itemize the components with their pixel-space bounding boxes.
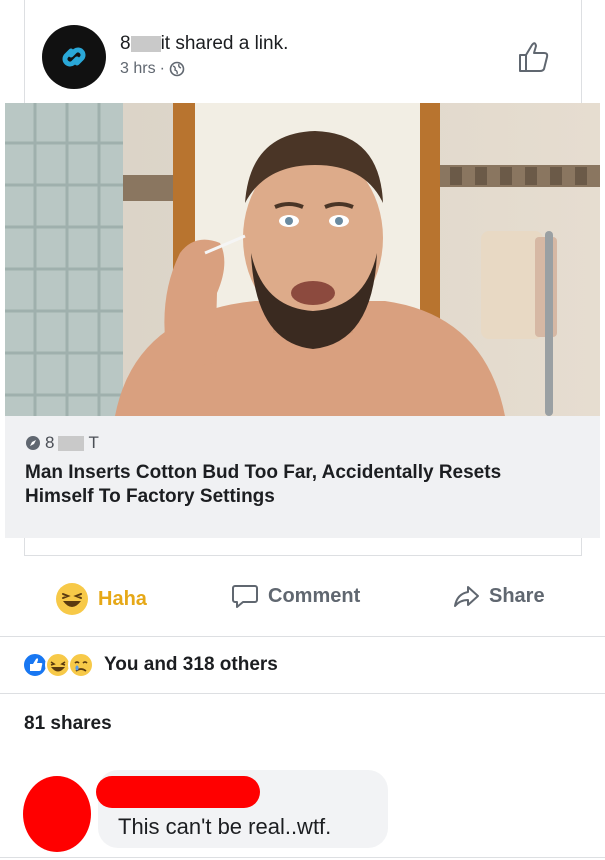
link-source-suffix: T	[88, 433, 99, 452]
headline-line-2: Himself To Factory Settings	[25, 486, 275, 507]
divider	[0, 693, 605, 694]
author-name-prefix[interactable]: 8	[120, 33, 131, 55]
share-arrow-icon	[454, 586, 479, 607]
link-headline[interactable]: Man Inserts Cotton Bud Too Far, Accident…	[25, 461, 582, 509]
reaction-emoji-stack-icon	[22, 652, 94, 678]
divider	[0, 636, 605, 637]
globe-icon	[169, 61, 185, 77]
shares-count[interactable]: 81 shares	[24, 713, 112, 735]
post-header: 8 it shared a link. 3 hrs ·	[42, 25, 562, 89]
comment-icon	[232, 585, 258, 608]
divider	[0, 857, 605, 858]
post-action-text: shared a link.	[175, 33, 289, 54]
comment-button[interactable]: Comment	[231, 582, 360, 610]
haha-reaction-button[interactable]: Haha	[55, 582, 147, 616]
post-author-line: 8 it shared a link.	[120, 33, 288, 55]
compass-icon	[26, 436, 40, 450]
commenter-name-redacted[interactable]	[96, 776, 260, 808]
share-button[interactable]: Share	[452, 582, 545, 610]
man-with-cotton-bud-image	[5, 103, 600, 416]
post-header-text: 8 it shared a link. 3 hrs ·	[120, 33, 288, 78]
reactions-summary[interactable]: You and 318 others	[22, 652, 278, 678]
link-preview-image[interactable]	[5, 103, 600, 416]
page-avatar[interactable]	[42, 25, 106, 89]
meta-separator: ·	[159, 60, 165, 77]
link-info-box[interactable]: 8T Man Inserts Cotton Bud Too Far, Accid…	[5, 416, 600, 538]
comment-label: Comment	[268, 584, 361, 607]
reaction-icons	[22, 652, 94, 678]
author-name-suffix[interactable]: it	[161, 33, 171, 55]
link-source: 8T	[25, 433, 582, 453]
link-source-prefix: 8	[45, 433, 55, 452]
redacted-block	[58, 435, 85, 451]
post-timestamp[interactable]: 3 hrs	[120, 60, 156, 78]
post-meta: 3 hrs ·	[120, 60, 288, 78]
haha-emoji-icon	[56, 583, 88, 615]
reactions-summary-text: You and 318 others	[104, 654, 278, 675]
like-icon[interactable]	[514, 37, 554, 77]
haha-label: Haha	[98, 587, 147, 610]
headline-line-1: Man Inserts Cotton Bud Too Far, Accident…	[25, 462, 502, 483]
post-action-bar: Haha Comment Share	[0, 582, 605, 626]
redacted-block	[130, 36, 161, 52]
link-logo-icon	[62, 47, 86, 67]
comment-text: This can't be real..wtf.	[118, 814, 332, 839]
commenter-avatar-redacted[interactable]	[23, 776, 91, 852]
share-label: Share	[489, 584, 545, 607]
